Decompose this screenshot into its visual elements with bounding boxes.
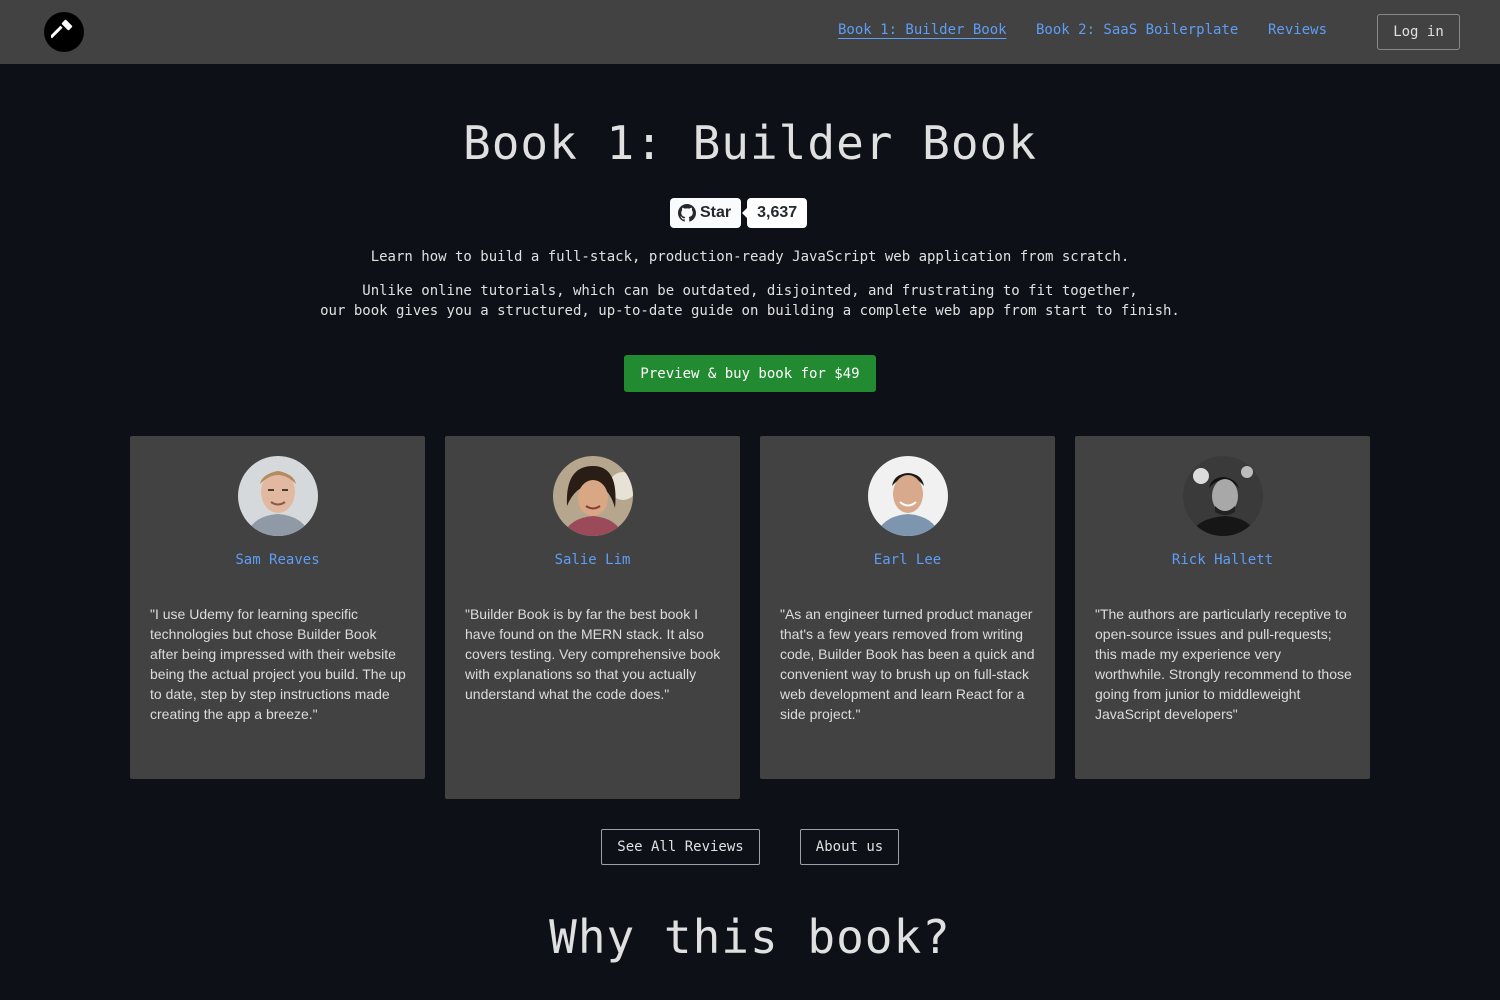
- review-card-sam-reaves: Sam Reaves "I use Udemy for learning spe…: [130, 436, 425, 779]
- github-star-label: Star: [700, 204, 732, 221]
- github-icon: [678, 204, 696, 222]
- login-button[interactable]: Log in: [1377, 14, 1460, 50]
- review-card-rick-hallett: Rick Hallett "The authors are particular…: [1075, 436, 1370, 779]
- review-quote: "The authors are particularly receptive …: [1095, 606, 1352, 722]
- nav-link-builder-book[interactable]: Book 1: Builder Book: [838, 22, 1007, 38]
- description-line-2: our book gives you a structured, up-to-d…: [320, 303, 1180, 319]
- review-card-salie-lim: Salie Lim "Builder Book is by far the be…: [445, 436, 740, 799]
- see-all-reviews-button[interactable]: See All Reviews: [601, 829, 760, 865]
- logo[interactable]: [44, 12, 84, 52]
- buy-book-button[interactable]: Preview & buy book for $49: [624, 355, 876, 392]
- github-star-count[interactable]: 3,637: [742, 198, 808, 228]
- reviewer-name[interactable]: Rick Hallett: [1075, 552, 1370, 568]
- avatar: [238, 456, 318, 536]
- nav-link-reviews[interactable]: Reviews: [1268, 22, 1327, 38]
- avatar: [868, 456, 948, 536]
- page-title: Book 1: Builder Book: [463, 116, 1037, 170]
- github-star-button[interactable]: Star: [670, 198, 742, 228]
- intro-text: Learn how to build a full-stack, product…: [370, 249, 1130, 265]
- hammer-icon: [51, 19, 73, 39]
- review-quote: "I use Udemy for learning specific techn…: [150, 606, 406, 722]
- avatar: [553, 456, 633, 536]
- github-star-widget: Star 3,637: [670, 198, 808, 228]
- reviewer-name[interactable]: Sam Reaves: [130, 552, 425, 568]
- reviewer-name[interactable]: Earl Lee: [760, 552, 1055, 568]
- review-card-earl-lee: Earl Lee "As an engineer turned product …: [760, 436, 1055, 779]
- top-navigation-bar: Book 1: Builder Book Book 2: SaaS Boiler…: [0, 0, 1500, 64]
- why-this-book-heading: Why this book?: [549, 910, 951, 964]
- nav-link-saas-boilerplate[interactable]: Book 2: SaaS Boilerplate: [1036, 22, 1238, 38]
- description-line-1: Unlike online tutorials, which can be ou…: [362, 283, 1138, 299]
- about-us-button[interactable]: About us: [800, 829, 899, 865]
- review-quote: "Builder Book is by far the best book I …: [465, 606, 721, 702]
- review-quote: "As an engineer turned product manager t…: [780, 606, 1035, 722]
- reviewer-name[interactable]: Salie Lim: [445, 552, 740, 568]
- avatar: [1183, 456, 1263, 536]
